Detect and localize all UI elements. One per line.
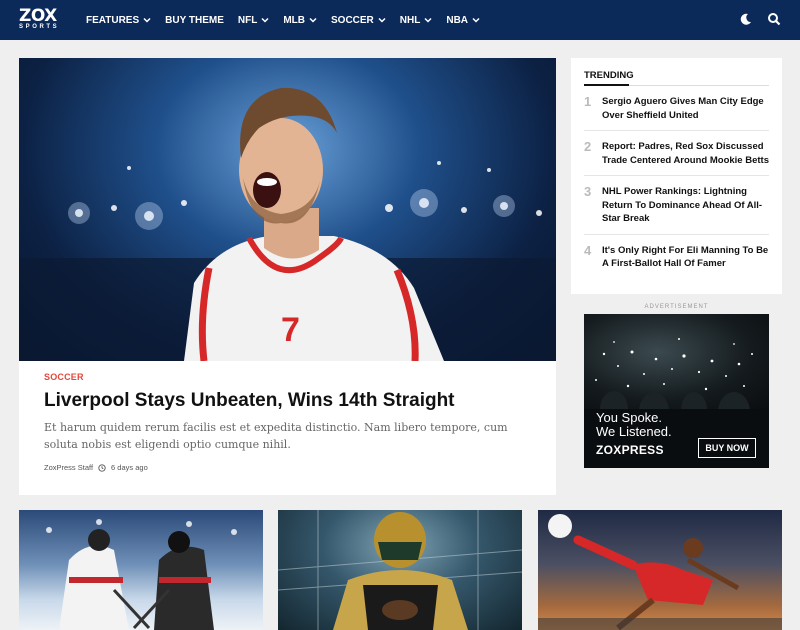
advertisement-label: ADVERTISEMENT <box>644 304 709 310</box>
trending-title[interactable]: Sergio Aguero Gives Man City Edge Over S… <box>602 95 769 122</box>
chevron-down-icon <box>378 17 386 23</box>
ad-line-1: You Spoke. <box>596 410 663 425</box>
menu-item-nba[interactable]: NBA <box>446 15 480 26</box>
hockey-players-illustration <box>46 519 237 630</box>
site-logo[interactable]: ZOX SPORTS <box>19 8 67 32</box>
article-category[interactable]: SOCCER <box>44 372 534 382</box>
chevron-down-icon <box>424 17 432 23</box>
menu-item-features[interactable]: FEATURES <box>86 15 151 26</box>
trending-heading: TRENDING <box>584 70 769 86</box>
trending-item[interactable]: 3 NHL Power Rankings: Lightning Return T… <box>584 176 769 235</box>
menu-item-nfl[interactable]: NFL <box>238 15 269 26</box>
menu-item-label: FEATURES <box>86 14 140 26</box>
ad-brand: ZOXPRESS <box>596 443 664 457</box>
article-meta: ZoxPress Staff 6 days ago <box>44 463 534 472</box>
ad-line-2: We Listened. <box>596 424 672 439</box>
trending-list: 1 Sergio Aguero Gives Man City Edge Over… <box>584 86 769 279</box>
trending-item[interactable]: 1 Sergio Aguero Gives Man City Edge Over… <box>584 86 769 131</box>
chevron-down-icon <box>309 17 317 23</box>
article-thumbnail-hockey[interactable] <box>19 510 263 630</box>
menu-item-buy-theme[interactable]: BUY THEME <box>165 15 224 26</box>
article-time: 6 days ago <box>111 463 148 472</box>
menu-item-nhl[interactable]: NHL <box>400 15 433 26</box>
trending-title[interactable]: NHL Power Rankings: Lightning Return To … <box>602 185 769 226</box>
menu-item-label: SOCCER <box>331 14 374 26</box>
clock-icon <box>98 463 106 472</box>
article-author[interactable]: ZoxPress Staff <box>44 463 93 472</box>
advertisement-banner[interactable]: You Spoke. We Listened. ZOXPRESS BUY NOW <box>584 314 769 468</box>
trending-title[interactable]: It's Only Right For Eli Manning To Be A … <box>602 244 769 271</box>
article-excerpt: Et harum quidem rerum facilis est et exp… <box>44 421 508 451</box>
article-thumbnail-football[interactable] <box>278 510 522 630</box>
logo-subtext: SPORTS <box>19 24 60 30</box>
soccer-kick-illustration <box>538 514 782 630</box>
trending-item[interactable]: 4 It's Only Right For Eli Manning To Be … <box>584 235 769 279</box>
trending-number: 3 <box>584 184 592 199</box>
top-navbar: ZOX SPORTS FEATURES BUY THEME NFL MLB SO… <box>0 0 800 40</box>
logo-text: ZOX <box>19 6 57 26</box>
featured-article-card[interactable]: 7 SOCCER Liverpool Stays Unbeaten, Wins … <box>19 58 556 495</box>
football-player-illustration <box>278 510 522 630</box>
nav-icons <box>739 12 781 26</box>
featured-image[interactable]: 7 <box>19 58 556 361</box>
chevron-down-icon <box>143 17 151 23</box>
moon-icon[interactable] <box>739 12 753 26</box>
buy-now-button[interactable]: BUY NOW <box>698 438 756 458</box>
trending-number: 1 <box>584 94 592 109</box>
trending-number: 2 <box>584 139 592 154</box>
ad-headline: You Spoke. We Listened. <box>596 411 672 439</box>
search-icon[interactable] <box>767 12 781 26</box>
featured-article-body: SOCCER Liverpool Stays Unbeaten, Wins 14… <box>44 372 534 472</box>
menu-item-label: BUY THEME <box>165 14 224 26</box>
trending-title[interactable]: Report: Padres, Red Sox Discussed Trade … <box>602 140 769 167</box>
chevron-down-icon <box>472 17 480 23</box>
chevron-down-icon <box>261 17 269 23</box>
trending-widget: TRENDING 1 Sergio Aguero Gives Man City … <box>571 58 782 294</box>
menu-item-label: MLB <box>283 14 305 26</box>
article-thumbnail-soccer[interactable] <box>538 510 782 630</box>
crowd-lights-image <box>584 314 769 432</box>
article-title[interactable]: Liverpool Stays Unbeaten, Wins 14th Stra… <box>44 389 534 413</box>
soccer-player-illustration: 7 <box>19 87 556 361</box>
trending-number: 4 <box>584 242 592 258</box>
menu-item-label: NFL <box>237 14 258 26</box>
trending-item[interactable]: 2 Report: Padres, Red Sox Discussed Trad… <box>584 131 769 176</box>
menu-item-label: NHL <box>399 14 421 26</box>
menu-item-mlb[interactable]: MLB <box>283 15 317 26</box>
svg-text:7: 7 <box>281 311 300 349</box>
menu-item-soccer[interactable]: SOCCER <box>331 15 386 26</box>
menu-item-label: NBA <box>446 14 469 26</box>
main-menu: FEATURES BUY THEME NFL MLB SOCCER NHL NB… <box>86 0 494 40</box>
